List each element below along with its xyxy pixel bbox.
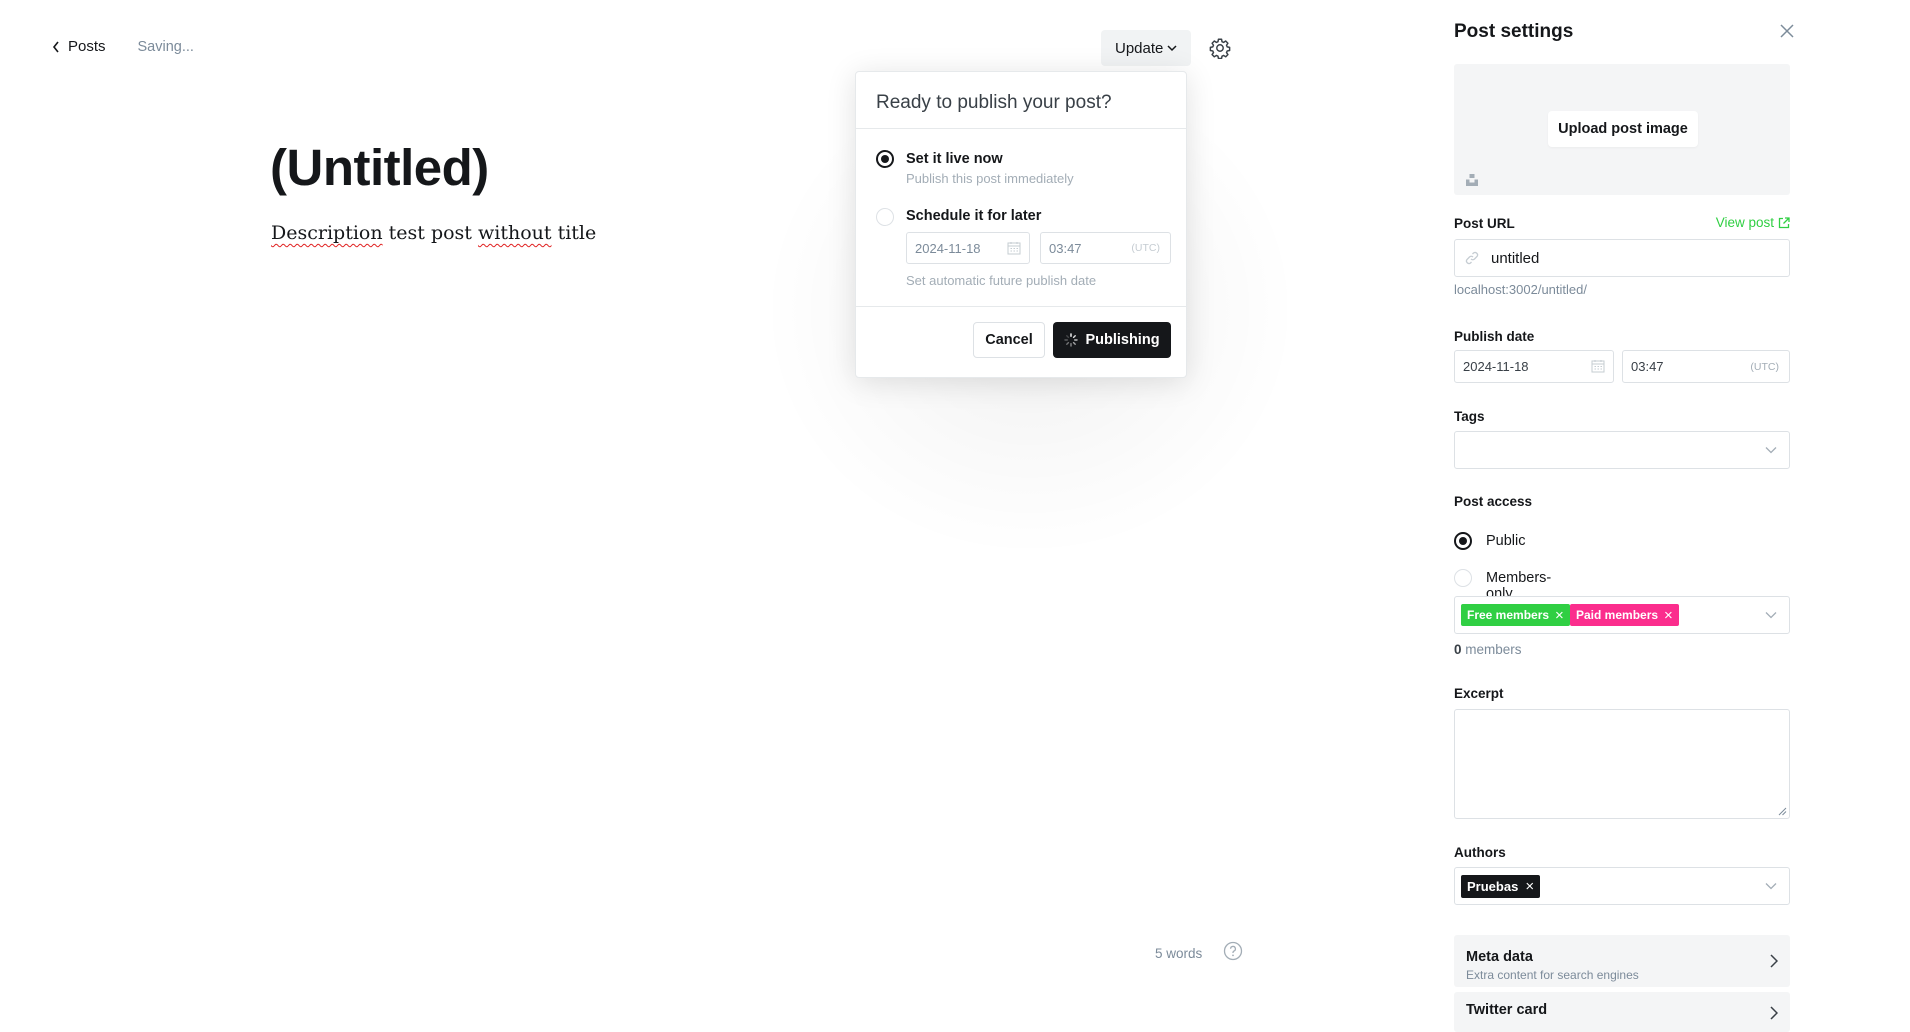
- publish-now-label: Set it live now: [906, 151, 1003, 167]
- post-url-label: Post URL: [1454, 216, 1515, 231]
- body-word: Description: [271, 222, 383, 244]
- segment-token-label: Free members: [1467, 608, 1550, 622]
- schedule-time-input[interactable]: 03:47 (UTC): [1040, 232, 1171, 264]
- meta-data-section[interactable]: Meta data Extra content for search engin…: [1454, 935, 1790, 987]
- timezone-label: (UTC): [1750, 360, 1779, 373]
- update-button[interactable]: Update: [1101, 30, 1192, 66]
- schedule-date-value: 2024-11-18: [915, 240, 981, 256]
- panel-title: Post settings: [1454, 21, 1574, 42]
- post-url-hint: localhost:3002/untitled/: [1454, 282, 1587, 297]
- close-icon: [1780, 24, 1794, 38]
- resize-handle-icon[interactable]: [1778, 807, 1787, 816]
- body-word: test post: [388, 222, 472, 244]
- cancel-button[interactable]: Cancel: [973, 322, 1045, 358]
- members-count-suffix: members: [1465, 642, 1522, 657]
- gear-icon: [1209, 38, 1231, 60]
- access-public-radio[interactable]: [1454, 532, 1472, 550]
- publish-menu-divider: [856, 306, 1186, 307]
- author-token[interactable]: Pruebas ×: [1461, 875, 1541, 898]
- tags-label: Tags: [1454, 409, 1485, 424]
- chevron-down-icon: [1765, 883, 1777, 890]
- meta-data-title: Meta data: [1466, 949, 1533, 965]
- publish-date-input[interactable]: 2024-11-18: [1454, 350, 1614, 383]
- chevron-down-icon: [1167, 45, 1177, 52]
- publish-time-input[interactable]: 03:47 (UTC): [1622, 350, 1790, 383]
- publishing-label: Publishing: [1085, 332, 1160, 348]
- remove-token-icon[interactable]: ×: [1555, 608, 1564, 623]
- post-title[interactable]: (Untitled): [270, 138, 489, 197]
- close-panel-button[interactable]: [1780, 24, 1794, 43]
- members-count: 0 members: [1454, 642, 1522, 657]
- upload-image-button[interactable]: Upload post image: [1548, 111, 1698, 147]
- chevron-left-icon: [52, 41, 59, 52]
- help-button[interactable]: [1223, 941, 1243, 966]
- authors-label: Authors: [1454, 845, 1506, 860]
- save-status: Saving...: [137, 38, 194, 55]
- twitter-card-title: Twitter card: [1466, 1002, 1548, 1018]
- publish-time-value: 03:47: [1631, 359, 1664, 374]
- remove-token-icon[interactable]: ×: [1664, 608, 1673, 623]
- post-url-input[interactable]: untitled: [1454, 239, 1790, 277]
- segment-token-paid[interactable]: Paid members ×: [1570, 604, 1679, 626]
- tags-input[interactable]: [1454, 431, 1790, 469]
- body-word: title: [557, 222, 597, 244]
- update-label: Update: [1115, 39, 1164, 57]
- word-count: 5 words: [1155, 946, 1203, 961]
- topbar: Posts Saving...: [52, 38, 194, 55]
- publish-now-sub: Publish this post immediately: [906, 171, 1074, 186]
- post-settings-panel: Post settings Upload post image Post URL…: [1454, 0, 1910, 1032]
- feature-image-area: Upload post image: [1454, 64, 1790, 195]
- settings-toggle-button[interactable]: [1209, 37, 1231, 64]
- publish-date-value: 2024-11-18: [1463, 359, 1529, 374]
- remove-author-icon[interactable]: ×: [1525, 878, 1534, 895]
- back-label: Posts: [68, 38, 106, 55]
- question-mark-icon: [1223, 941, 1243, 961]
- publish-now-radio[interactable]: [876, 150, 894, 168]
- publish-menu: Ready to publish your post? Set it live …: [855, 71, 1187, 378]
- publish-date-label: Publish date: [1454, 329, 1535, 344]
- chevron-down-icon: [1765, 612, 1777, 619]
- timezone-label: (UTC): [1131, 242, 1160, 254]
- publish-menu-heading: Ready to publish your post?: [856, 72, 1186, 129]
- members-count-value: 0: [1454, 642, 1462, 657]
- meta-data-sub: Extra content for search engines: [1466, 968, 1639, 982]
- back-to-posts-link[interactable]: Posts: [52, 38, 106, 55]
- chevron-right-icon: [1770, 1006, 1778, 1020]
- view-post-label: View post: [1715, 215, 1774, 230]
- spinner-icon: [1064, 333, 1079, 347]
- view-post-link[interactable]: View post: [1716, 215, 1790, 230]
- post-body[interactable]: Description test post without title: [271, 222, 596, 244]
- calendar-icon: [1591, 360, 1605, 373]
- author-name: Pruebas: [1467, 879, 1519, 894]
- schedule-later-radio[interactable]: [876, 208, 894, 226]
- schedule-later-label: Schedule it for later: [906, 208, 1042, 224]
- chevron-down-icon: [1765, 447, 1777, 454]
- schedule-hint: Set automatic future publish date: [906, 273, 1097, 288]
- unsplash-button[interactable]: [1465, 173, 1479, 192]
- publishing-button[interactable]: Publishing: [1053, 322, 1171, 358]
- access-public-label: Public: [1486, 533, 1526, 549]
- excerpt-textarea[interactable]: [1454, 709, 1790, 819]
- external-link-icon: [1778, 216, 1790, 228]
- body-word: without: [477, 222, 552, 244]
- post-access-label: Post access: [1454, 494, 1533, 509]
- access-members-radio[interactable]: [1454, 569, 1472, 587]
- segment-token-label: Paid members: [1576, 608, 1659, 622]
- schedule-time-value: 03:47: [1049, 240, 1082, 256]
- link-icon: [1465, 251, 1479, 265]
- calendar-icon: [1007, 242, 1021, 255]
- chevron-right-icon: [1770, 954, 1778, 968]
- segment-token-free[interactable]: Free members ×: [1461, 604, 1570, 626]
- schedule-date-input[interactable]: 2024-11-18: [906, 232, 1030, 264]
- twitter-card-section[interactable]: Twitter card: [1454, 992, 1790, 1032]
- unsplash-icon: [1466, 174, 1478, 186]
- post-url-value: untitled: [1491, 249, 1540, 267]
- excerpt-label: Excerpt: [1454, 686, 1504, 701]
